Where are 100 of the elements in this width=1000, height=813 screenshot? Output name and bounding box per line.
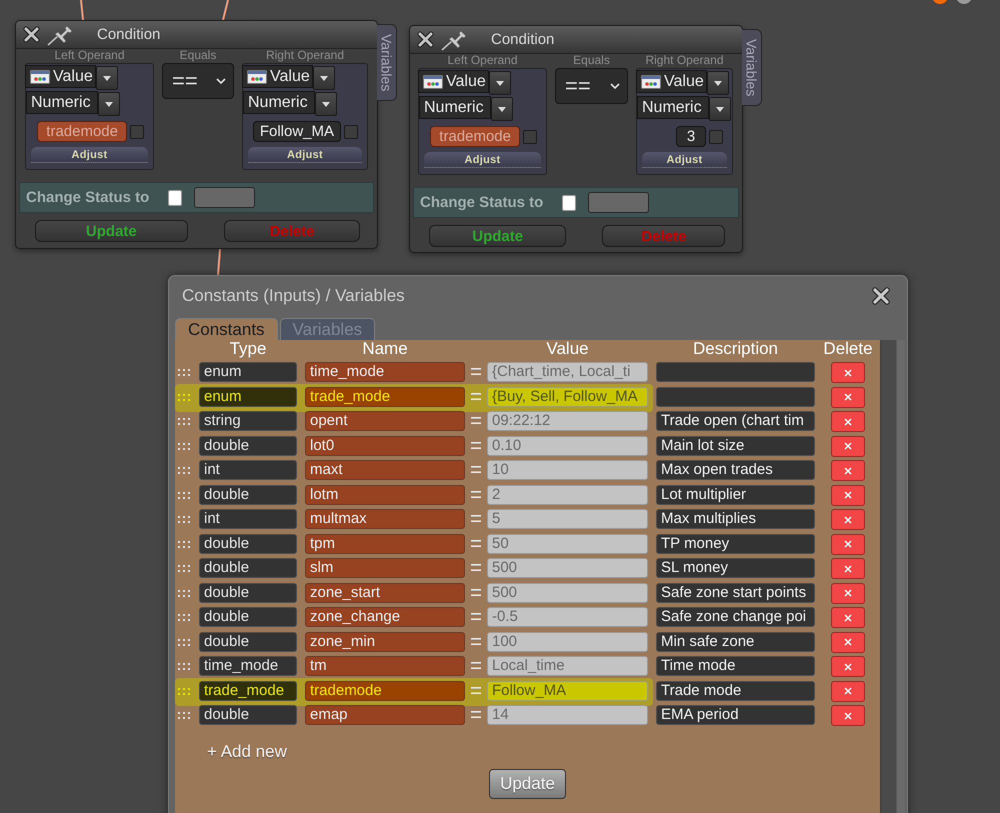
status-field[interactable] (194, 187, 255, 208)
delete-button[interactable] (831, 436, 865, 456)
name-field[interactable]: lot0 (305, 436, 465, 456)
delete-button[interactable] (831, 558, 865, 579)
value-field[interactable]: Follow_MA (252, 121, 341, 142)
name-field[interactable]: tpm (305, 534, 465, 554)
type-field[interactable]: double (199, 607, 297, 627)
delete-button[interactable] (831, 705, 865, 726)
drag-handle-icon[interactable] (178, 516, 190, 523)
name-field[interactable]: trademode (305, 680, 465, 700)
tab[interactable]: Constants (175, 318, 278, 340)
type-field[interactable]: double (199, 436, 297, 456)
pushpin-icon[interactable] (441, 28, 469, 50)
drag-handle-icon[interactable] (178, 540, 190, 548)
description-field[interactable]: Lot multiplier (656, 484, 815, 504)
source-select[interactable]: Value (418, 70, 489, 93)
description-field[interactable]: Max open trades (656, 460, 815, 480)
name-field[interactable]: zone_start (305, 582, 465, 602)
delete-button[interactable] (831, 484, 865, 506)
description-field[interactable]: Safe zone change poi (656, 607, 815, 627)
description-field[interactable]: Main lot size (656, 436, 815, 456)
dropdown-button[interactable] (313, 66, 335, 90)
source-select[interactable]: Value (242, 65, 313, 88)
type-field[interactable]: string (199, 411, 297, 431)
name-field[interactable]: trade_mode (305, 386, 465, 406)
adjust-button[interactable]: Adjust (642, 152, 727, 168)
type-field[interactable]: time_mode (199, 656, 297, 676)
name-field[interactable]: multmax (305, 509, 465, 529)
description-field[interactable]: Min safe zone (656, 632, 815, 652)
type-select[interactable]: Numeric (26, 91, 98, 114)
operator-select[interactable]: == (555, 68, 628, 104)
type-select[interactable]: Numeric (419, 96, 491, 119)
update-button[interactable]: Update (35, 220, 188, 242)
type-field[interactable]: int (199, 460, 297, 480)
drag-handle-icon[interactable] (178, 688, 190, 694)
type-field[interactable]: trade_mode (199, 680, 297, 700)
name-field[interactable]: tm (305, 656, 465, 676)
type-field[interactable]: double (199, 484, 297, 504)
delete-button[interactable] (831, 680, 865, 702)
name-field[interactable]: zone_min (305, 632, 465, 652)
drag-handle-icon[interactable] (178, 394, 190, 400)
delete-button[interactable] (831, 386, 865, 408)
type-field[interactable]: enum (199, 386, 297, 406)
type-select[interactable]: Numeric (243, 91, 315, 114)
description-field[interactable]: Trade mode (656, 680, 815, 700)
description-field[interactable]: TP money (656, 534, 815, 554)
delete-button[interactable] (831, 656, 865, 677)
side-tab[interactable]: Variables (377, 24, 397, 101)
delete-button[interactable] (831, 509, 865, 530)
drag-handle-icon[interactable] (178, 638, 190, 646)
drag-handle-icon[interactable] (178, 614, 190, 621)
drag-handle-icon[interactable] (178, 492, 190, 498)
dropdown-button[interactable] (96, 66, 118, 90)
delete-button[interactable] (831, 534, 865, 554)
value-field[interactable]: Follow_MA (487, 680, 648, 700)
dropdown-button[interactable] (709, 97, 731, 121)
delete-button[interactable] (831, 411, 865, 432)
drag-handle-icon[interactable] (178, 467, 190, 474)
value-field[interactable]: 3 (676, 126, 706, 147)
delete-button[interactable] (831, 607, 865, 628)
name-field[interactable]: time_mode (305, 362, 465, 382)
type-field[interactable]: enum (199, 362, 297, 382)
description-field[interactable] (656, 362, 815, 382)
checkbox[interactable] (168, 190, 182, 206)
dropdown-button[interactable] (315, 92, 337, 116)
type-field[interactable]: double (199, 558, 297, 578)
delete-button[interactable] (831, 582, 865, 604)
checkbox[interactable] (562, 194, 576, 210)
type-field[interactable]: double (199, 582, 297, 602)
close-icon[interactable] (872, 287, 890, 305)
name-field[interactable]: maxt (305, 460, 465, 480)
source-select[interactable]: Value (25, 65, 96, 88)
dropdown-button[interactable] (489, 71, 511, 95)
type-field[interactable]: double (199, 632, 297, 652)
source-select[interactable]: Value (636, 70, 707, 93)
value-field[interactable]: {Buy, Sell, Follow_MA (487, 386, 648, 406)
pushpin-icon[interactable] (47, 24, 75, 46)
type-select[interactable]: Numeric (637, 96, 709, 119)
description-field[interactable]: EMA period (656, 705, 815, 725)
dropdown-button[interactable] (707, 71, 729, 95)
checkbox[interactable] (523, 130, 537, 144)
close-icon[interactable] (23, 26, 40, 43)
adjust-button[interactable]: Adjust (31, 147, 148, 163)
delete-button[interactable] (831, 362, 865, 383)
checkbox[interactable] (344, 124, 358, 138)
name-field[interactable]: opent (305, 411, 465, 431)
operator-select[interactable]: == (162, 63, 234, 99)
description-field[interactable]: SL money (656, 558, 815, 578)
drag-handle-icon[interactable] (178, 590, 190, 596)
delete-button[interactable] (831, 460, 865, 481)
description-field[interactable]: Max multiplies (656, 509, 815, 529)
checkbox[interactable] (130, 124, 144, 138)
description-field[interactable] (656, 386, 815, 406)
status-field[interactable] (588, 192, 649, 213)
name-field[interactable]: slm (305, 558, 465, 578)
type-field[interactable]: double (199, 534, 297, 554)
checkbox[interactable] (709, 130, 723, 144)
drag-handle-icon[interactable] (178, 565, 190, 572)
description-field[interactable]: Safe zone start points (656, 582, 815, 602)
close-icon[interactable] (417, 31, 434, 48)
